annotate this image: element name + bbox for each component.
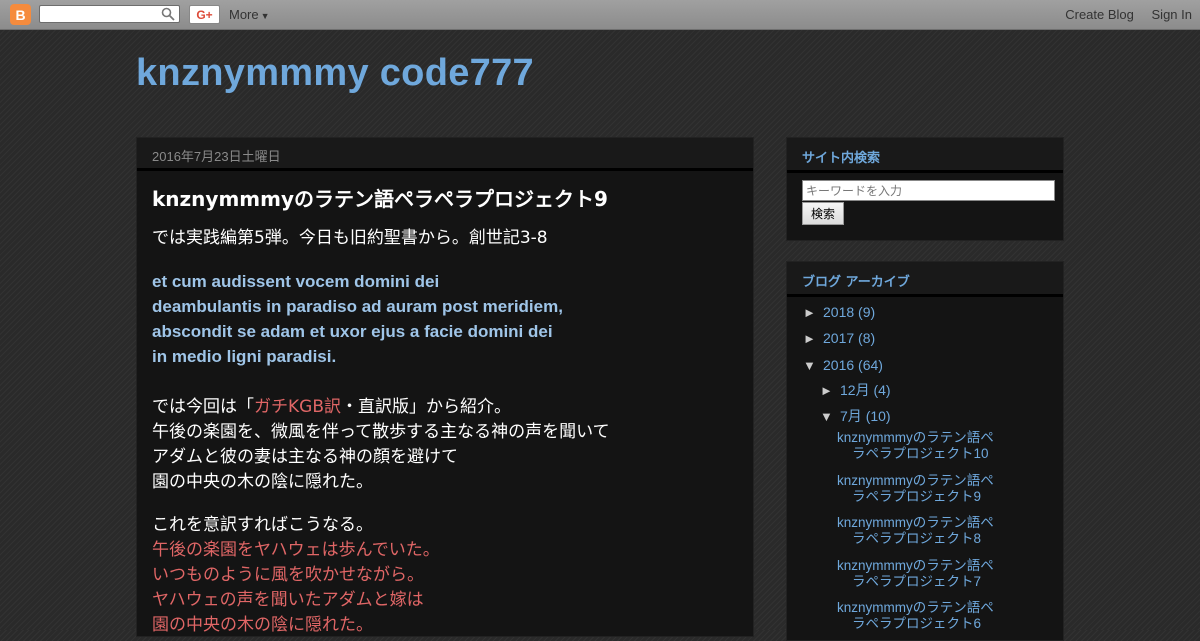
latin-line: abscondit se adam et uxor ejus a facie d… — [152, 322, 553, 341]
free-line: 午後の楽園をヤハウェは歩んでいた。 — [152, 540, 440, 560]
free-line: ヤハウェの声を聞いたアダムと嫁は — [152, 590, 424, 610]
latin-line: deambulantis in paradiso ad auram post m… — [152, 297, 563, 316]
create-blog-link[interactable]: Create Blog — [1065, 7, 1134, 22]
search-icon[interactable] — [161, 7, 175, 21]
archive-post-link[interactable]: knznymmmyのラテン語ペ ラペラプロジェクト10 — [837, 430, 1012, 462]
archive-count: (4) — [873, 382, 891, 398]
more-menu[interactable]: More ▼ — [229, 7, 270, 22]
widget-header: サイト内検索 — [787, 138, 1063, 173]
archive-post-link[interactable]: knznymmmyのラテン語ペ ラペラプロジェクト8 — [837, 515, 1012, 547]
triangle-down-icon[interactable]: ▼ — [820, 409, 840, 424]
archive-post-line1[interactable]: knznymmmyのラテン語ペ — [837, 558, 994, 573]
post-intro: では実践編第5弾。今日も旧約聖書から。創世記3-8 — [152, 228, 548, 248]
archive-post-link[interactable]: knznymmmyのラテン語ペ ラペラプロジェクト6 — [837, 600, 1012, 632]
archive-month-12[interactable]: ► 12月 (4) — [820, 380, 891, 400]
free-line: 園の中央の木の陰に隠れた。 — [152, 615, 373, 635]
latin-line: in medio ligni paradisi. — [152, 347, 337, 366]
navbar-search-input[interactable] — [39, 5, 180, 23]
literal-line: 午後の楽園を、微風を伴って散歩する主なる神の声を聞いて — [152, 422, 610, 442]
triangle-right-icon[interactable]: ► — [803, 305, 823, 320]
literal-line: 園の中央の木の陰に隠れた。 — [152, 472, 373, 492]
sign-in-link[interactable]: Sign In — [1152, 7, 1192, 22]
google-plus-button[interactable]: G+ — [189, 5, 220, 24]
site-search-widget: サイト内検索 キーワードを入力 検索 — [786, 137, 1064, 241]
post: 2016年7月23日土曜日 knznymmmyのラテン語ペラペラプロジェクト9 … — [136, 137, 754, 637]
archive-count: (10) — [865, 408, 891, 424]
kgb-prefix: では今回は「 — [152, 397, 254, 417]
blogger-navbar: B G+ More ▼ Create Blog Sign In — [0, 0, 1200, 30]
archive-post-line2[interactable]: ラペラプロジェクト7 — [837, 574, 1012, 590]
archive-post-line2[interactable]: ラペラプロジェクト9 — [837, 489, 1012, 505]
kgb-intro: では今回は「ガチKGB訳・直訳版」から紹介。 — [152, 395, 742, 420]
free-intro: これを意訳すればこうなる。 — [152, 515, 373, 535]
kgb-suffix: ・直訳版」から紹介。 — [340, 397, 511, 417]
blog-archive-widget: ブログ アーカイブ ► 2018 (9) ► 2017 (8) ▼ 2016 (64)… — [786, 261, 1064, 641]
archive-year-label[interactable]: 2017 — [823, 330, 854, 346]
archive-post-line2[interactable]: ラペラプロジェクト8 — [837, 531, 1012, 547]
post-title[interactable]: knznymmmyのラテン語ペラペラプロジェクト9 — [152, 183, 608, 212]
blogger-logo-icon[interactable]: B — [10, 4, 31, 25]
archive-post-line1[interactable]: knznymmmyのラテン語ペ — [837, 473, 994, 488]
archive-year-2017[interactable]: ► 2017 (8) — [803, 330, 875, 346]
archive-post-link[interactable]: knznymmmyのラテン語ペ ラペラプロジェクト9 — [837, 473, 1012, 505]
date-header: 2016年7月23日土曜日 — [137, 138, 753, 171]
navbar-right: Create Blog Sign In — [1051, 7, 1192, 22]
archive-post-line1[interactable]: knznymmmyのラテン語ペ — [837, 600, 994, 615]
archive-post-link[interactable]: knznymmmyのラテン語ペ ラペラプロジェクト7 — [837, 558, 1012, 590]
archive-year-label[interactable]: 2016 — [823, 357, 854, 373]
search-widget-title: サイト内検索 — [802, 151, 881, 166]
free-line: いつものように風を吹かせながら。 — [152, 565, 424, 585]
archive-widget-title: ブログ アーカイブ — [802, 275, 910, 290]
archive-count: (9) — [858, 304, 876, 320]
archive-year-label[interactable]: 2018 — [823, 304, 854, 320]
more-label: More — [229, 7, 259, 22]
search-button[interactable]: 検索 — [802, 202, 844, 225]
post-date: 2016年7月23日土曜日 — [152, 149, 281, 164]
site-search-input[interactable]: キーワードを入力 — [802, 180, 1055, 201]
latin-line: et cum audissent vocem domini dei — [152, 272, 440, 291]
caret-down-icon: ▼ — [260, 11, 270, 21]
widget-header: ブログ アーカイブ — [787, 262, 1063, 297]
kgb-link[interactable]: ガチKGB訳 — [254, 397, 341, 417]
archive-post-line1[interactable]: knznymmmyのラテン語ペ — [837, 515, 994, 530]
archive-year-2018[interactable]: ► 2018 (9) — [803, 304, 875, 320]
archive-post-line1[interactable]: knznymmmyのラテン語ペ — [837, 430, 994, 445]
triangle-right-icon[interactable]: ► — [803, 331, 823, 346]
archive-month-7[interactable]: ▼ 7月 (10) — [820, 406, 891, 426]
archive-month-label[interactable]: 7月 — [840, 408, 862, 424]
archive-post-line2[interactable]: ラペラプロジェクト10 — [837, 446, 1012, 462]
archive-year-2016[interactable]: ▼ 2016 (64) — [803, 357, 883, 373]
archive-count: (8) — [858, 330, 876, 346]
archive-month-label[interactable]: 12月 — [840, 382, 870, 398]
blog-title[interactable]: knznymmmy code777 — [136, 52, 534, 95]
post-body: では実践編第5弾。今日も旧約聖書から。創世記3-8 et cum audisse… — [152, 226, 742, 638]
literal-line: アダムと彼の妻は主なる神の顔を避けて — [152, 447, 458, 467]
triangle-down-icon[interactable]: ▼ — [803, 358, 823, 373]
archive-count: (64) — [858, 357, 883, 373]
triangle-right-icon[interactable]: ► — [820, 383, 840, 398]
